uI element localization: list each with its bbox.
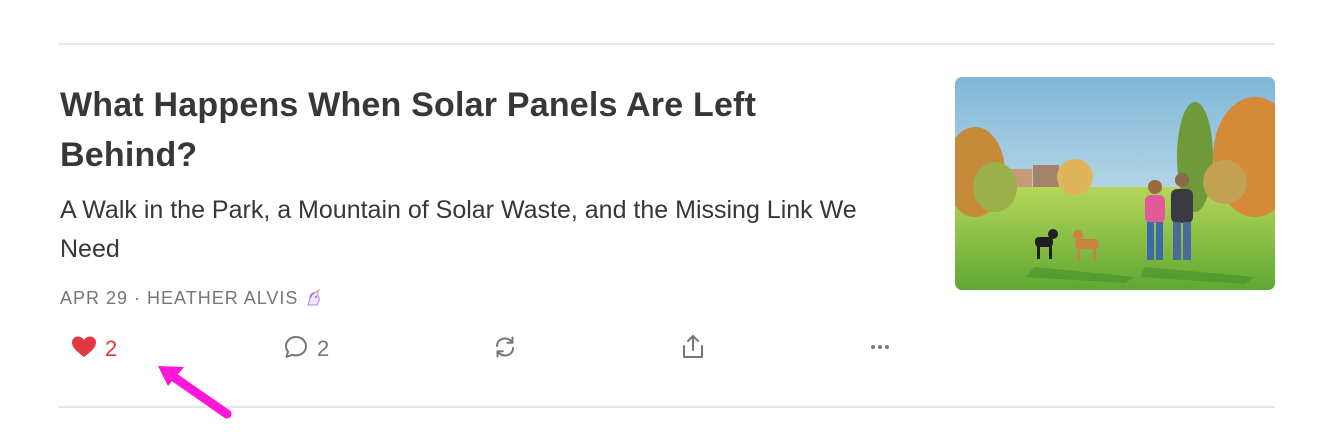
comment-bubble-icon xyxy=(283,334,309,365)
restack-button[interactable] xyxy=(492,332,518,366)
like-count: 2 xyxy=(105,336,118,361)
meta-separator: · xyxy=(134,287,142,308)
post-meta: APR 29 · HEATHER ALVIS xyxy=(60,286,324,310)
post-date: APR 29 xyxy=(60,287,129,308)
like-button[interactable]: 2 xyxy=(71,332,117,366)
post-thumbnail[interactable] xyxy=(955,77,1275,290)
share-button[interactable] xyxy=(680,332,706,366)
bottom-divider xyxy=(59,406,1275,408)
post-author[interactable]: HEATHER ALVIS xyxy=(147,288,298,309)
more-options-button[interactable] xyxy=(867,332,893,366)
top-divider xyxy=(59,43,1275,45)
post-subtitle[interactable]: A Walk in the Park, a Mountain of Solar … xyxy=(60,191,860,269)
comment-count: 2 xyxy=(317,336,330,361)
post-title[interactable]: What Happens When Solar Panels Are Left … xyxy=(60,80,860,180)
heart-icon xyxy=(71,335,97,364)
post-card[interactable]: What Happens When Solar Panels Are Left … xyxy=(59,77,1275,377)
comment-button[interactable]: 2 xyxy=(283,332,329,366)
unicorn-icon xyxy=(304,288,324,308)
annotation-arrow-icon xyxy=(158,366,232,419)
restack-icon xyxy=(492,334,518,365)
ellipsis-icon xyxy=(867,334,893,365)
share-icon xyxy=(680,333,706,366)
